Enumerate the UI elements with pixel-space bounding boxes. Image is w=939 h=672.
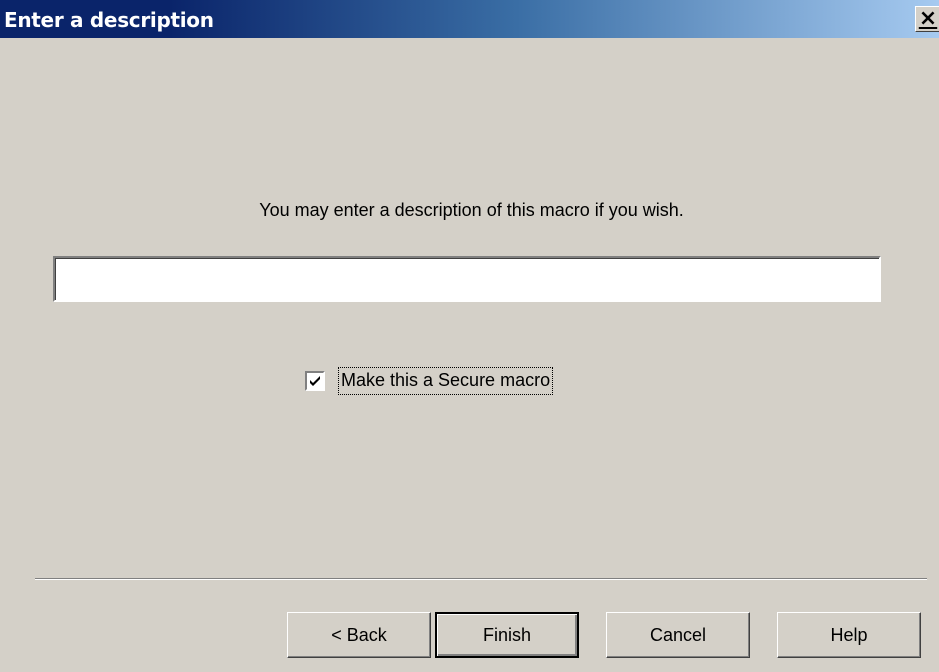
help-button[interactable]: Help	[777, 612, 921, 658]
secure-macro-label-text: Make this a Secure macro	[341, 370, 551, 390]
secure-macro-checkbox[interactable]	[305, 371, 325, 391]
cancel-button[interactable]: Cancel	[606, 612, 750, 658]
secure-macro-option[interactable]: Make this a Secure macro	[305, 366, 554, 396]
close-button[interactable]: ×	[915, 6, 939, 32]
finish-button-label: Finish	[482, 624, 531, 645]
help-button-label: Help	[830, 624, 868, 645]
secure-macro-label[interactable]: Make this a Secure macro	[338, 367, 554, 395]
description-prompt: You may enter a description of this macr…	[259, 200, 684, 220]
back-button[interactable]: < Back	[287, 612, 431, 658]
close-icon: ×	[918, 6, 938, 31]
button-separator	[35, 578, 927, 580]
checkmark-icon	[310, 376, 320, 386]
window-title: Enter a description	[4, 8, 214, 32]
title-bar: Enter a description ×	[0, 0, 939, 38]
cancel-button-label: Cancel	[649, 624, 707, 645]
finish-button[interactable]: Finish	[435, 612, 579, 658]
description-input[interactable]	[52, 255, 882, 303]
back-button-label: < Back	[331, 624, 387, 645]
